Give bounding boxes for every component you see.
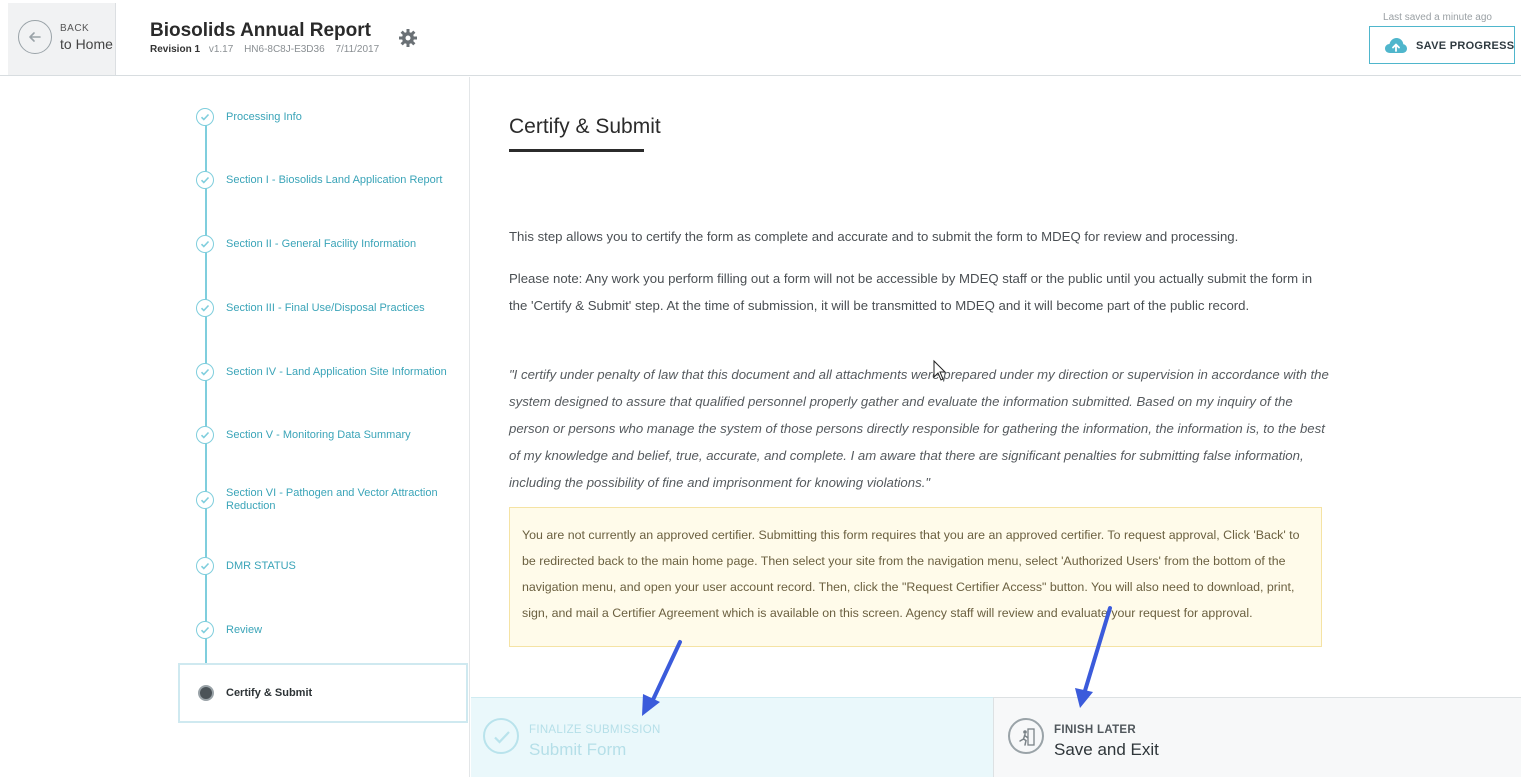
report-title: Biosolids Annual Report bbox=[150, 20, 371, 41]
last-saved-text: Last saved a minute ago bbox=[1383, 12, 1492, 23]
step-section-4[interactable]: Section IV - Land Application Site Infor… bbox=[196, 357, 466, 387]
finalize-big-label: Submit Form bbox=[529, 740, 627, 759]
cloud-upload-icon bbox=[1384, 36, 1408, 59]
main-content: Certify & Submit This step allows you to… bbox=[471, 77, 1521, 697]
step-navigation-sidebar: Processing Info Section I - Biosolids La… bbox=[0, 77, 470, 777]
save-progress-button[interactable]: SAVE PROGRESS bbox=[1369, 26, 1515, 64]
form-id-label: HN6-8C8J-E3D36 bbox=[244, 44, 325, 55]
back-big-label: to Home bbox=[60, 36, 113, 52]
step-certify-submit-current[interactable]: Certify & Submit bbox=[178, 663, 468, 723]
step-section-3[interactable]: Section III - Final Use/Disposal Practic… bbox=[196, 293, 466, 323]
revision-label: Revision 1 bbox=[150, 44, 201, 55]
step-section-2[interactable]: Section II - General Facility Informatio… bbox=[196, 229, 466, 259]
step-label: Section V - Monitoring Data Summary bbox=[226, 429, 411, 441]
report-title-block: Biosolids Annual Report Revision 1 v1.17… bbox=[150, 20, 387, 55]
check-icon bbox=[196, 491, 214, 509]
check-icon bbox=[196, 426, 214, 444]
check-icon bbox=[196, 235, 214, 253]
step-label: Section II - General Facility Informatio… bbox=[226, 238, 417, 250]
step-section-6[interactable]: Section VI - Pathogen and Vector Attract… bbox=[196, 485, 466, 525]
check-icon bbox=[196, 171, 214, 189]
step-section-5[interactable]: Section V - Monitoring Data Summary bbox=[196, 420, 466, 450]
finish-later-button[interactable]: FINISH LATER Save and Exit bbox=[993, 697, 1521, 777]
title-underline bbox=[509, 149, 644, 152]
current-step-label: Certify & Submit bbox=[226, 687, 313, 699]
version-label: v1.17 bbox=[208, 44, 234, 55]
check-icon bbox=[196, 299, 214, 317]
step-label: Section VI - Pathogen and Vector Attract… bbox=[226, 487, 438, 512]
note-paragraph: Please note: Any work you perform fillin… bbox=[509, 271, 1313, 313]
check-icon bbox=[196, 108, 214, 126]
certification-statement: "I certify under penalty of law that thi… bbox=[509, 367, 1329, 490]
back-arrow-icon bbox=[18, 20, 52, 54]
step-processing-info[interactable]: Processing Info bbox=[196, 102, 466, 132]
step-dmr-status[interactable]: DMR STATUS bbox=[196, 551, 466, 581]
back-to-home-button[interactable]: BACK to Home bbox=[8, 3, 116, 75]
step-label: DMR STATUS bbox=[226, 560, 296, 572]
back-small-label: BACK bbox=[60, 23, 90, 34]
gear-icon[interactable] bbox=[398, 28, 418, 48]
step-section-1[interactable]: Section I - Biosolids Land Application R… bbox=[196, 165, 466, 195]
check-icon bbox=[196, 621, 214, 639]
app-header: BACK to Home Biosolids Annual Report Rev… bbox=[0, 0, 1521, 76]
save-and-exit-label: Save and Exit bbox=[1054, 740, 1159, 759]
exit-person-icon bbox=[1008, 718, 1044, 754]
certifier-warning-box: You are not currently an approved certif… bbox=[509, 507, 1322, 647]
report-meta: Revision 1 v1.17 HN6-8C8J-E3D36 7/11/201… bbox=[150, 44, 387, 55]
save-progress-label: SAVE PROGRESS bbox=[1416, 40, 1515, 52]
page-title: Certify & Submit bbox=[509, 115, 661, 138]
check-circle-icon bbox=[483, 718, 519, 754]
check-icon bbox=[196, 557, 214, 575]
finalize-small-label: FINALIZE SUBMISSION bbox=[529, 724, 661, 736]
date-label: 7/11/2017 bbox=[335, 44, 380, 55]
step-label: Section III - Final Use/Disposal Practic… bbox=[226, 302, 425, 314]
step-review[interactable]: Review bbox=[196, 615, 466, 645]
finish-later-small-label: FINISH LATER bbox=[1054, 724, 1136, 736]
current-step-dot-icon bbox=[198, 685, 214, 701]
step-progress-line bbox=[205, 119, 207, 689]
step-label: Review bbox=[226, 624, 263, 636]
step-label: Section I - Biosolids Land Application R… bbox=[226, 174, 443, 186]
check-icon bbox=[196, 363, 214, 381]
step-label: Processing Info bbox=[226, 111, 302, 123]
finalize-submission-button[interactable]: FINALIZE SUBMISSION Submit Form bbox=[471, 697, 993, 777]
intro-paragraph: This step allows you to certify the form… bbox=[509, 229, 1239, 244]
step-label: Section IV - Land Application Site Infor… bbox=[226, 366, 447, 378]
